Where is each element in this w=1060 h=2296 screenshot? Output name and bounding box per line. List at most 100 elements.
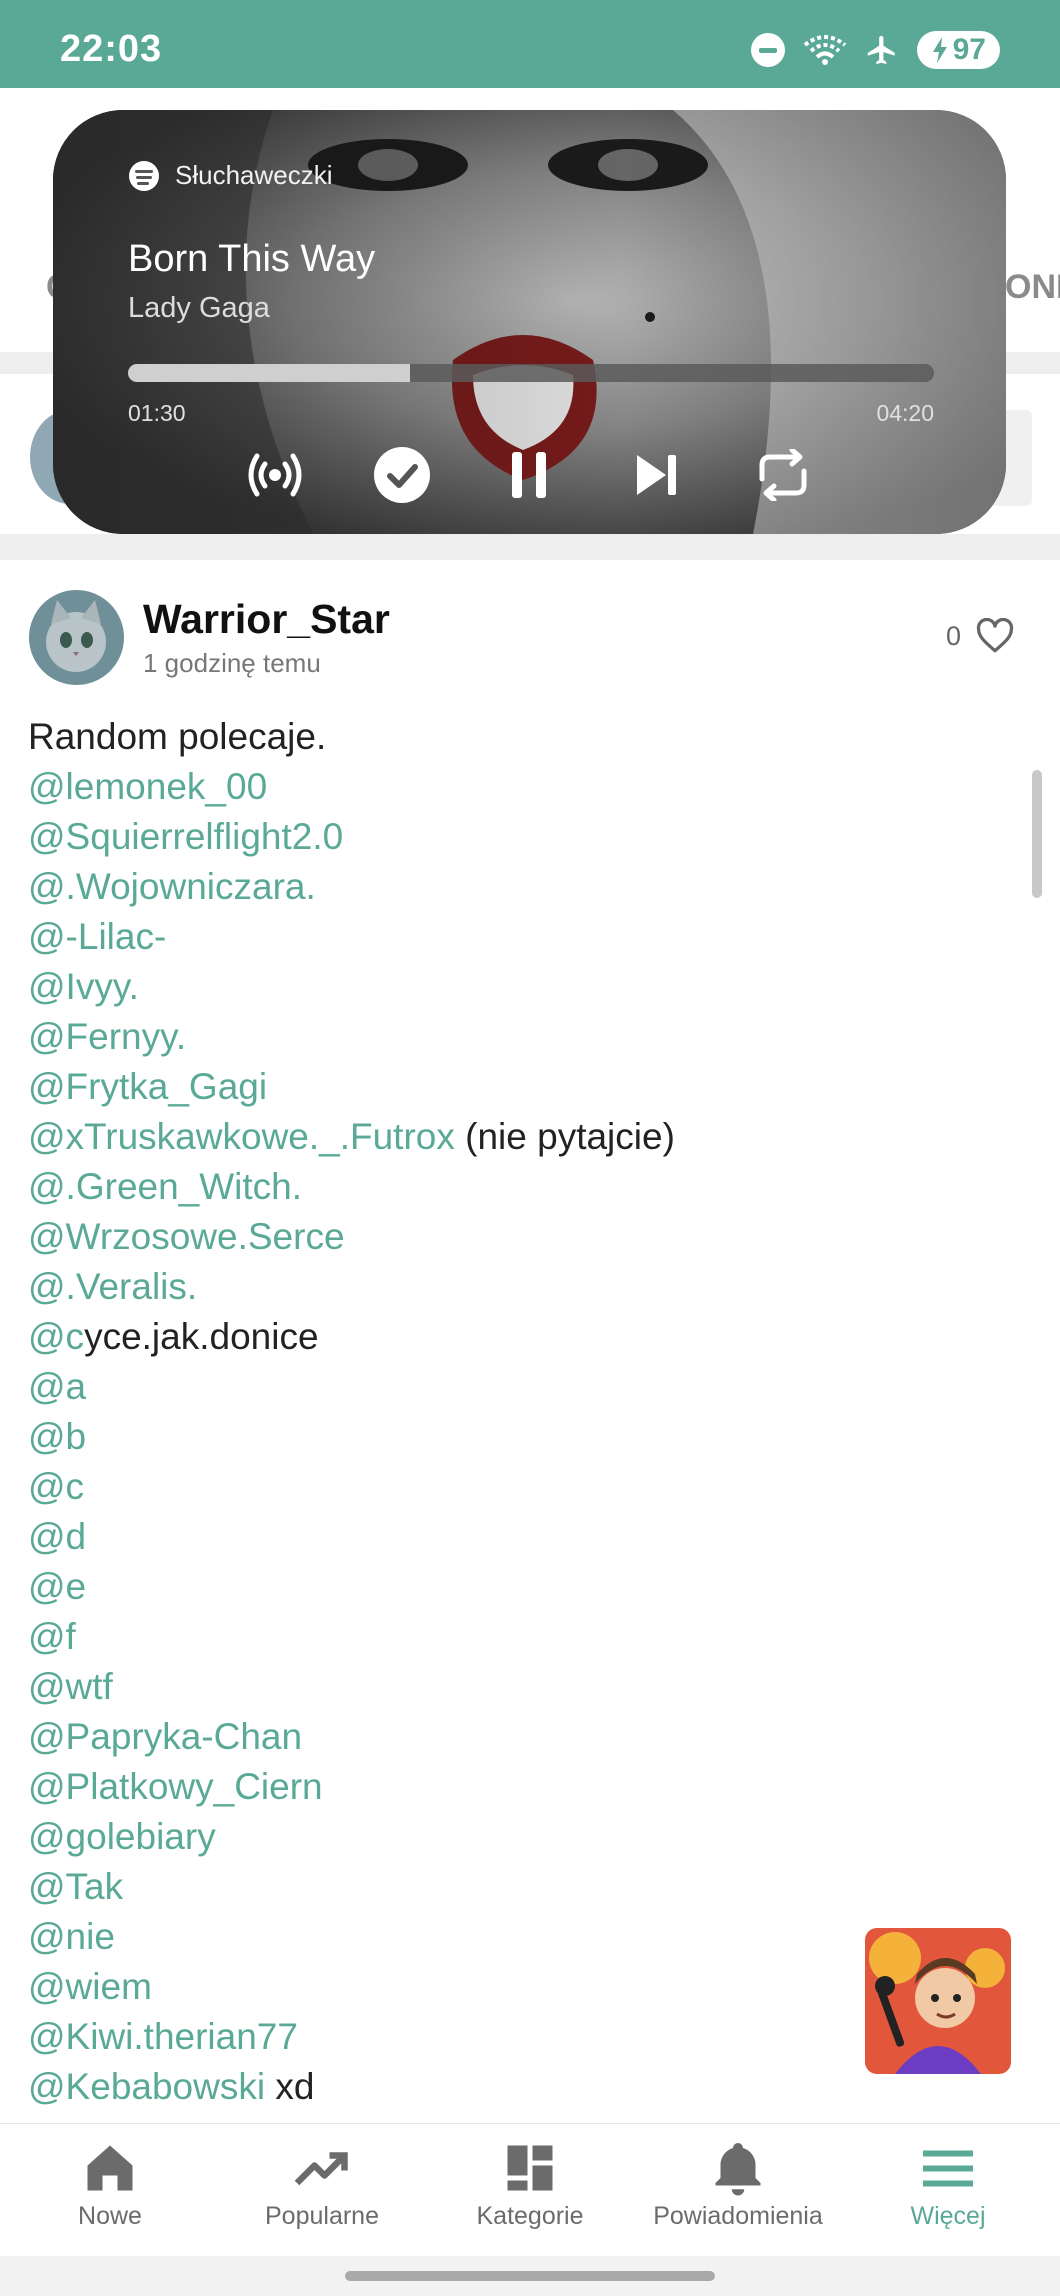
header-tab-fragment-right[interactable]: ONE (1005, 268, 1060, 307)
heart-icon[interactable] (975, 618, 1015, 654)
post-mention-line: @e (28, 1562, 1008, 1612)
post-text-line: Random polecaje. (28, 712, 1008, 762)
post-mention-line: @-Lilac- (28, 912, 1008, 962)
user-mention-link[interactable]: @a (28, 1366, 86, 1407)
nav-label: Więcej (910, 2202, 986, 2230)
post-text: yce.jak.donice (84, 1316, 319, 1357)
post-mention-line: @lemonek_00 (28, 762, 1008, 812)
status-time: 22:03 (60, 28, 163, 70)
user-mention-link[interactable]: @Platkowy_Ciern (28, 1766, 323, 1807)
nav-item-popularne[interactable]: Popularne (216, 2124, 428, 2257)
user-mention-link[interactable]: @f (28, 1616, 76, 1657)
nav-label: Powiadomienia (653, 2202, 823, 2230)
player-source: Słuchaweczki (129, 160, 333, 191)
cat-avatar-image (29, 590, 124, 685)
bell-icon (715, 2143, 761, 2196)
user-mention-link[interactable]: @.Wojowniczara. (28, 866, 316, 907)
user-mention-link[interactable]: @b (28, 1416, 86, 1457)
track-artist: Lady Gaga (128, 292, 270, 324)
wifi-icon (803, 35, 846, 65)
repeat-button[interactable] (748, 440, 818, 510)
post-mention-line: @.Wojowniczara. (28, 862, 1008, 912)
nav-item-nowe[interactable]: Nowe (4, 2124, 216, 2257)
user-mention-link[interactable]: @d (28, 1516, 86, 1557)
playback-seekbar[interactable] (128, 364, 934, 382)
user-mention-link[interactable]: @Squierrelflight2.0 (28, 816, 343, 857)
user-mention-link[interactable]: @.Green_Witch. (28, 1166, 302, 1207)
user-mention-link[interactable]: @Fernyy. (28, 1016, 186, 1057)
home-indicator[interactable] (345, 2271, 715, 2281)
playback-progress (128, 364, 411, 382)
user-mention-link[interactable]: @Ivyy. (28, 966, 139, 1007)
skip-next-button[interactable] (621, 440, 691, 510)
post-mention-line: @Platkowy_Ciern (28, 1762, 1008, 1812)
screen: 22:03 97 C ONE (0, 0, 1060, 2296)
user-mention-link[interactable]: @c (28, 1316, 84, 1357)
media-player[interactable]: Słuchaweczki Born This Way Lady Gaga 01:… (53, 110, 1006, 534)
saved-button[interactable] (367, 440, 437, 510)
post-mention-line: @d (28, 1512, 1008, 1562)
post-mention-line: @a (28, 1362, 1008, 1412)
nav-label: Kategorie (476, 2202, 584, 2230)
floating-game-badge[interactable] (865, 1928, 1011, 2074)
post-mention-line: @Squierrelflight2.0 (28, 812, 1008, 862)
like-count: 0 (946, 620, 962, 651)
repeat-icon (759, 449, 807, 501)
user-mention-link[interactable]: @lemonek_00 (28, 766, 267, 807)
battery-level: 97 (952, 33, 986, 66)
post-mention-line: @nie (28, 1912, 1008, 1962)
post-mention-line: @Wrzosowe.Serce (28, 1212, 1008, 1262)
post-text: Random polecaje. (28, 716, 327, 757)
scrollbar-thumb[interactable] (1032, 770, 1042, 898)
nav-item-powiadomienia[interactable]: Powiadomienia (632, 2124, 844, 2257)
post-mention-line: @.Veralis. (28, 1262, 1008, 1312)
post-mention-line: @wtf (28, 1662, 1008, 1712)
connect-device-button[interactable] (240, 440, 310, 510)
total-time: 04:20 (876, 400, 934, 426)
user-mention-link[interactable]: @e (28, 1566, 86, 1607)
bottom-navigation: Nowe Popularne Kategorie Powiadomienia W… (0, 2123, 1060, 2256)
user-mention-link[interactable]: @Frytka_Gagi (28, 1066, 267, 1107)
spotify-icon (129, 160, 159, 191)
track-title: Born This Way (128, 238, 376, 280)
post-mention-line: @cyce.jak.donice (28, 1312, 1008, 1362)
post-timestamp: 1 godzinę temu (143, 648, 321, 678)
user-mention-link[interactable]: @-Lilac- (28, 916, 166, 957)
post-mention-line: @Fernyy. (28, 1012, 1008, 1062)
post-mention-line: @xTruskawkowe._.Futrox (nie pytajcie) (28, 1112, 1008, 1162)
post-text: (nie pytajcie) (454, 1116, 675, 1157)
author-avatar[interactable] (29, 590, 124, 685)
user-mention-link[interactable]: @Kiwi.therian77 (28, 2016, 298, 2057)
post-mention-line: @wiem (28, 1962, 1008, 2012)
post-mention-line: @Tak (28, 1862, 1008, 1912)
user-mention-link[interactable]: @golebiary (28, 1816, 216, 1857)
nav-item-kategorie[interactable]: Kategorie (424, 2124, 636, 2257)
saved-check-icon (374, 447, 430, 503)
user-mention-link[interactable]: @Wrzosowe.Serce (28, 1216, 345, 1257)
battery-charging-icon (932, 37, 947, 63)
user-mention-link[interactable]: @Papryka-Chan (28, 1716, 302, 1757)
player-source-label: Słuchaweczki (175, 160, 333, 190)
status-icons: 97 (750, 30, 1000, 70)
user-mention-link[interactable]: @Tak (28, 1866, 123, 1907)
skip-next-icon (637, 455, 676, 495)
nav-item-wiecej[interactable]: Więcej (842, 2124, 1054, 2257)
user-mention-link[interactable]: @wtf (28, 1666, 113, 1707)
like-control[interactable]: 0 (946, 618, 1015, 654)
user-mention-link[interactable]: @.Veralis. (28, 1266, 197, 1307)
user-mention-link[interactable]: @wiem (28, 1966, 152, 2007)
post-mention-line: @Ivyy. (28, 962, 1008, 1012)
menu-icon (923, 2150, 973, 2187)
post-mention-line: @f (28, 1612, 1008, 1662)
user-mention-link[interactable]: @nie (28, 1916, 115, 1957)
author-name[interactable]: Warrior_Star (143, 596, 390, 643)
post-mention-line: @c (28, 1462, 1008, 1512)
user-mention-link[interactable]: @xTruskawkowe._.Futrox (28, 1116, 455, 1157)
airplane-icon (867, 35, 895, 65)
pause-button[interactable] (494, 440, 564, 510)
broadcast-icon (248, 453, 302, 497)
nav-label: Popularne (265, 2202, 379, 2230)
user-mention-link[interactable]: @Kebabowski (28, 2066, 265, 2107)
do-not-disturb-icon (750, 33, 785, 67)
user-mention-link[interactable]: @c (28, 1466, 84, 1507)
